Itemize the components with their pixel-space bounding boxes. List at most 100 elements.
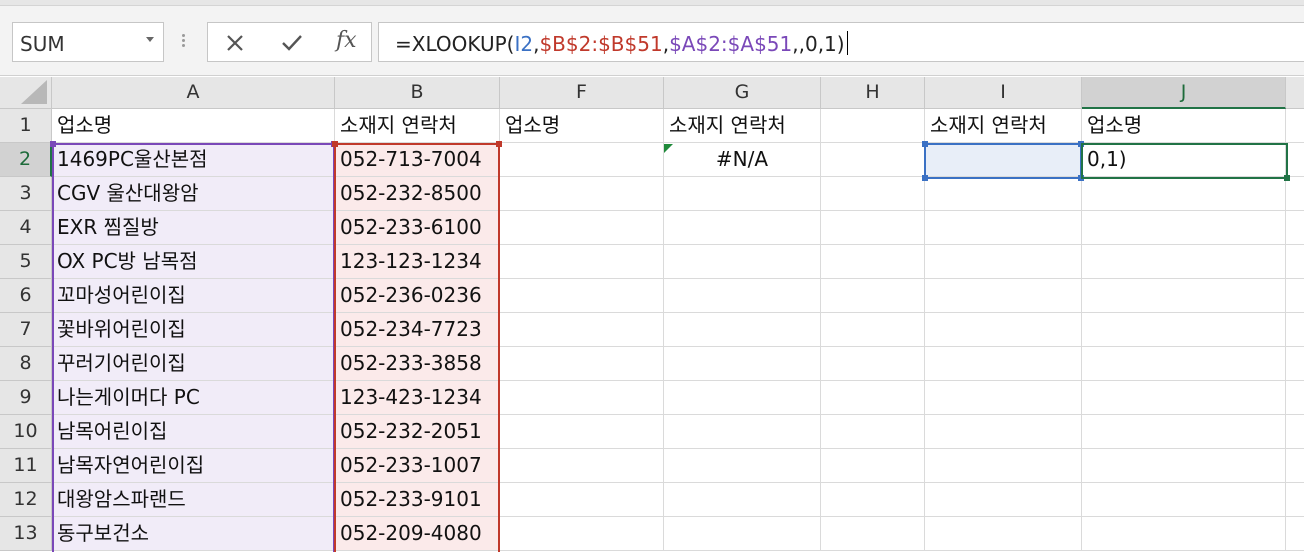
cell-j7[interactable] (1082, 313, 1286, 347)
cell-a3[interactable]: CGV 울산대왕암 (52, 177, 335, 211)
cell-b10[interactable]: 052-232-2051 (335, 415, 500, 449)
cell-j11[interactable] (1082, 449, 1286, 483)
cell-h13[interactable] (821, 517, 925, 551)
row-header-2[interactable]: 2 (0, 143, 52, 177)
cell-a2[interactable]: 1469PC울산본점 (52, 143, 335, 177)
col-header-j[interactable]: J (1082, 77, 1286, 109)
cell-i5[interactable] (925, 245, 1082, 279)
cell-g2[interactable]: #N/A (664, 143, 821, 177)
chevron-down-icon[interactable] (146, 37, 154, 42)
cell-h3[interactable] (821, 177, 925, 211)
cell-f6[interactable] (500, 279, 664, 313)
cell-h7[interactable] (821, 313, 925, 347)
row-header-9[interactable]: 9 (0, 381, 52, 415)
cell-j13[interactable] (1082, 517, 1286, 551)
cell-b7[interactable]: 052-234-7723 (335, 313, 500, 347)
cell-a10[interactable]: 남목어린이집 (52, 415, 335, 449)
cell-k1[interactable] (1286, 109, 1304, 143)
col-header-f[interactable]: F (500, 77, 664, 109)
cell-j4[interactable] (1082, 211, 1286, 245)
col-header-h[interactable]: H (821, 77, 925, 109)
cell-h10[interactable] (821, 415, 925, 449)
cell-j10[interactable] (1082, 415, 1286, 449)
cell-k7[interactable] (1286, 313, 1304, 347)
cell-a4[interactable]: EXR 찜질방 (52, 211, 335, 245)
cell-a5[interactable]: OX PC방 남목점 (52, 245, 335, 279)
cell-k12[interactable] (1286, 483, 1304, 517)
cell-i3[interactable] (925, 177, 1082, 211)
cell-k11[interactable] (1286, 449, 1304, 483)
cell-g7[interactable] (664, 313, 821, 347)
cell-k13[interactable] (1286, 517, 1304, 551)
cell-h2[interactable] (821, 143, 925, 177)
cell-f7[interactable] (500, 313, 664, 347)
cell-a8[interactable]: 꾸러기어린이집 (52, 347, 335, 381)
cell-j6[interactable] (1082, 279, 1286, 313)
name-box[interactable]: SUM (12, 22, 164, 62)
cell-g12[interactable] (664, 483, 821, 517)
cell-j2[interactable]: 0,1) (1082, 143, 1286, 177)
cell-i10[interactable] (925, 415, 1082, 449)
cell-i9[interactable] (925, 381, 1082, 415)
col-header-a[interactable]: A (52, 77, 335, 109)
cell-j9[interactable] (1082, 381, 1286, 415)
cell-k4[interactable] (1286, 211, 1304, 245)
cell-j3[interactable] (1082, 177, 1286, 211)
cell-i13[interactable] (925, 517, 1082, 551)
row-header-5[interactable]: 5 (0, 245, 52, 279)
col-header-g[interactable]: G (664, 77, 821, 109)
cell-i12[interactable] (925, 483, 1082, 517)
cell-a11[interactable]: 남목자연어린이집 (52, 449, 335, 483)
row-header-8[interactable]: 8 (0, 347, 52, 381)
cell-h6[interactable] (821, 279, 925, 313)
cell-i1[interactable]: 소재지 연락처 (925, 109, 1082, 143)
cell-f4[interactable] (500, 211, 664, 245)
cell-b3[interactable]: 052-232-8500 (335, 177, 500, 211)
cell-b4[interactable]: 052-233-6100 (335, 211, 500, 245)
cell-a9[interactable]: 나는게이머다 PC (52, 381, 335, 415)
col-header-i[interactable]: I (925, 77, 1082, 109)
cell-a13[interactable]: 동구보건소 (52, 517, 335, 551)
cell-g5[interactable] (664, 245, 821, 279)
cell-k5[interactable] (1286, 245, 1304, 279)
cell-k3[interactable] (1286, 177, 1304, 211)
cell-g13[interactable] (664, 517, 821, 551)
cell-f8[interactable] (500, 347, 664, 381)
cell-h11[interactable] (821, 449, 925, 483)
cell-h4[interactable] (821, 211, 925, 245)
cell-g8[interactable] (664, 347, 821, 381)
cell-a1[interactable]: 업소명 (52, 109, 335, 143)
cell-k9[interactable] (1286, 381, 1304, 415)
row-header-11[interactable]: 11 (0, 449, 52, 483)
row-header-1[interactable]: 1 (0, 109, 52, 143)
cell-f1[interactable]: 업소명 (500, 109, 664, 143)
cell-h12[interactable] (821, 483, 925, 517)
cell-a7[interactable]: 꽃바위어린이집 (52, 313, 335, 347)
cell-k2[interactable] (1286, 143, 1304, 177)
cell-f3[interactable] (500, 177, 664, 211)
row-header-3[interactable]: 3 (0, 177, 52, 211)
cell-f13[interactable] (500, 517, 664, 551)
cell-j8[interactable] (1082, 347, 1286, 381)
cell-h8[interactable] (821, 347, 925, 381)
error-indicator-icon[interactable] (664, 144, 673, 153)
cell-h1[interactable] (821, 109, 925, 143)
cell-a6[interactable]: 꼬마성어린이집 (52, 279, 335, 313)
col-header-next[interactable] (1286, 77, 1304, 109)
cell-i11[interactable] (925, 449, 1082, 483)
col-header-b[interactable]: B (335, 77, 500, 109)
cell-i4[interactable] (925, 211, 1082, 245)
cell-i7[interactable] (925, 313, 1082, 347)
cell-g6[interactable] (664, 279, 821, 313)
cell-b13[interactable]: 052-209-4080 (335, 517, 500, 551)
enter-button[interactable] (264, 23, 318, 61)
cell-h5[interactable] (821, 245, 925, 279)
cell-f9[interactable] (500, 381, 664, 415)
row-header-6[interactable]: 6 (0, 279, 52, 313)
row-header-12[interactable]: 12 (0, 483, 52, 517)
select-all-button[interactable] (0, 77, 52, 109)
cell-g3[interactable] (664, 177, 821, 211)
cell-g11[interactable] (664, 449, 821, 483)
cancel-button[interactable] (208, 23, 262, 61)
cell-a12[interactable]: 대왕암스파랜드 (52, 483, 335, 517)
